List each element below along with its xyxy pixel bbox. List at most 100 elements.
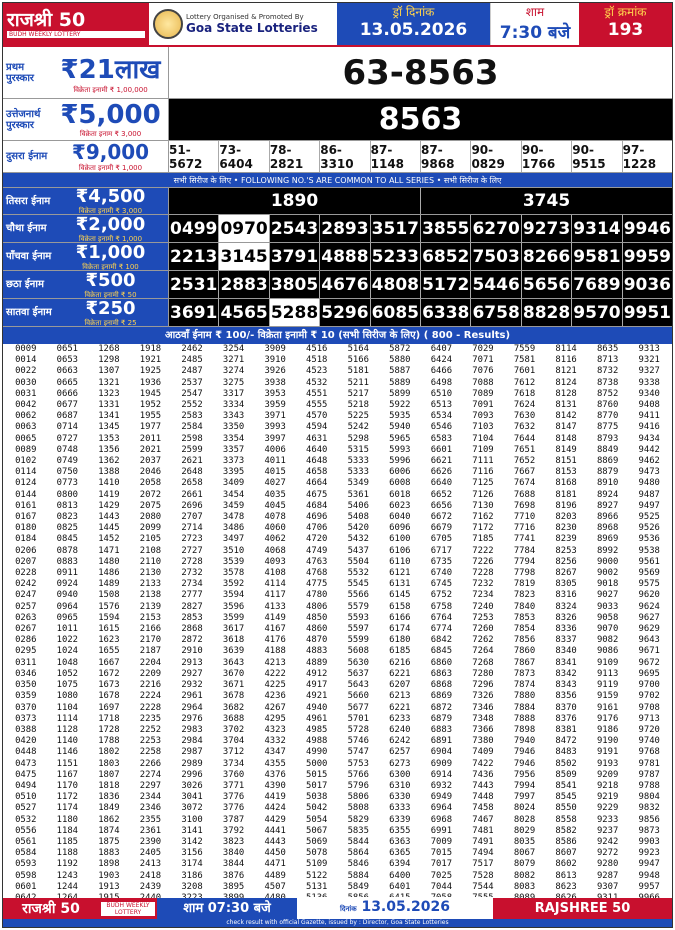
result-number: 7409 — [472, 747, 494, 758]
p4-number: 9314 — [571, 215, 622, 242]
result-number: 5218 — [347, 400, 369, 411]
result-number: 4213 — [264, 657, 286, 668]
result-number: 7481 — [472, 825, 494, 836]
result-number: 2216 — [139, 680, 162, 691]
result-number: 4355 — [264, 758, 286, 769]
result-number: 6745 — [430, 579, 453, 590]
result-number: 8376 — [555, 713, 577, 724]
result-number: 2209 — [139, 668, 162, 679]
result-number: 2661 — [181, 489, 203, 500]
result-number: 6110 — [389, 556, 411, 567]
p5-amount: ₹1,000 — [75, 241, 146, 263]
result-number: 5677 — [347, 702, 369, 713]
result-number: 6424 — [430, 355, 453, 366]
result-number: 1480 — [98, 556, 120, 567]
result-number: 7618 — [513, 388, 536, 399]
p2-name: दुसरा ईनाम — [6, 151, 48, 162]
p3-numbers: 1890 3745 — [169, 188, 672, 214]
p7-name: सातवा ईनाम — [6, 307, 52, 318]
result-number: 5067 — [306, 825, 328, 836]
result-number: 9219 — [596, 792, 619, 803]
result-number: 9695 — [638, 668, 660, 679]
result-number: 9948 — [638, 870, 660, 881]
result-number: 0102 — [15, 456, 37, 467]
result-number: 0161 — [15, 500, 37, 511]
p5-number: 3145 — [218, 243, 269, 270]
result-number: 1615 — [98, 624, 120, 635]
p6-number: 5446 — [470, 271, 521, 298]
result-number: 6273 — [389, 758, 411, 769]
result-number: 1728 — [98, 724, 120, 735]
cons-number: 8563 — [378, 102, 463, 137]
result-number: 1921 — [139, 355, 162, 366]
result-number: 0475 — [15, 769, 37, 780]
result-number: 9229 — [596, 803, 619, 814]
result-number: 9671 — [638, 646, 660, 657]
result-number: 5701 — [347, 713, 369, 724]
result-number: 8029 — [513, 825, 536, 836]
result-number: 2187 — [139, 646, 162, 657]
brand-logo: राजश्री 50 BUDH WEEKLY LOTTERY — [3, 3, 149, 45]
p5-number: 9581 — [571, 243, 622, 270]
draw-no: 193 — [607, 20, 644, 40]
result-number: 6863 — [430, 668, 453, 679]
result-number: 6300 — [389, 769, 411, 780]
result-number: 1184 — [56, 825, 79, 836]
p6-number: 9036 — [621, 271, 672, 298]
result-number: 7888 — [513, 713, 536, 724]
result-number: 6891 — [430, 736, 453, 747]
result-number: 4961 — [306, 713, 328, 724]
p4-number: 2893 — [319, 215, 370, 242]
result-number: 8024 — [513, 803, 536, 814]
result-number: 7741 — [513, 534, 536, 545]
result-number: 8153 — [555, 467, 577, 478]
result-number: 3409 — [222, 478, 245, 489]
result-number: 1678 — [98, 691, 120, 702]
result-number: 3395 — [222, 467, 245, 478]
result-number: 0813 — [56, 500, 79, 511]
result-number: 8613 — [555, 870, 577, 881]
p7-number: 9951 — [621, 299, 672, 326]
result-number: 4441 — [264, 825, 286, 836]
p2-number: 86-3310 — [319, 141, 369, 172]
result-number: 2133 — [139, 579, 162, 590]
result-number: 9575 — [638, 579, 660, 590]
result-number: 1410 — [98, 478, 120, 489]
result-number: 1489 — [98, 579, 120, 590]
result-number: 1874 — [98, 825, 120, 836]
result-number: 8116 — [555, 355, 577, 366]
result-number: 1594 — [98, 612, 120, 623]
result-number: 6868 — [430, 680, 453, 691]
result-number: 2910 — [181, 646, 203, 657]
result-number: 9321 — [638, 355, 660, 366]
header: राजश्री 50 BUDH WEEKLY LOTTERY Lottery O… — [3, 3, 672, 47]
result-number: 1849 — [98, 803, 120, 814]
result-number: 9804 — [638, 792, 660, 803]
result-number: 0677 — [56, 400, 79, 411]
result-number: 9237 — [596, 825, 619, 836]
result-number: 3993 — [264, 422, 286, 433]
result-number: 0965 — [56, 612, 79, 623]
fifth-prize-row: पाँचवा ईनाम ₹1,000 विक्रेता इनामी ₹ 100 2… — [3, 241, 672, 271]
p3-number: 1890 — [169, 188, 420, 214]
result-number: 5753 — [347, 758, 369, 769]
result-number: 3876 — [222, 870, 245, 881]
result-number: 3823 — [222, 836, 245, 847]
result-number: 2075 — [139, 500, 162, 511]
result-number: 9411 — [638, 411, 660, 422]
result-number: 5017 — [306, 780, 328, 791]
result-number: 7544 — [472, 881, 494, 892]
result-number: 7264 — [472, 646, 494, 657]
result-number: 9700 — [638, 680, 660, 691]
time-label: शाम — [525, 5, 545, 19]
result-number: 2777 — [181, 590, 203, 601]
result-number: 5532 — [347, 568, 369, 579]
fourth-prize-row: चौथा ईनाम ₹2,000 विक्रेता इनामी ₹ 1,000 0… — [3, 214, 672, 243]
result-number: 0663 — [56, 366, 79, 377]
result-number: 1788 — [98, 736, 120, 747]
p7-number: 4565 — [218, 299, 269, 326]
result-number: 9702 — [638, 691, 660, 702]
consolation-row: उत्तेजनार्थ पुरस्कार ₹5,000 विक्रेता इनाम… — [3, 99, 672, 141]
result-number: 6355 — [389, 825, 411, 836]
result-number: 5054 — [306, 814, 328, 825]
